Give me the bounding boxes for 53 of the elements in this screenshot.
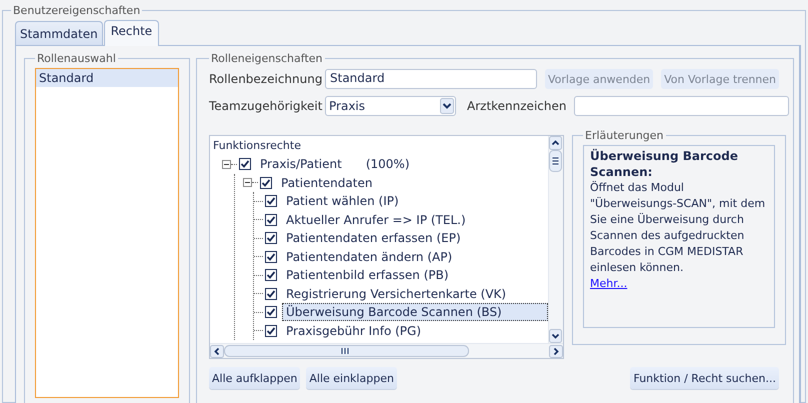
- group-title: Benutzereigenschaften: [12, 4, 142, 17]
- role-item[interactable]: Standard: [36, 69, 178, 87]
- explanation-heading: Überweisung Barcode Scannen:: [590, 148, 739, 180]
- checkbox[interactable]: [265, 269, 277, 282]
- tree-title: Funktionsrechte: [212, 138, 302, 154]
- checkbox[interactable]: [265, 195, 277, 208]
- checkbox[interactable]: [265, 250, 277, 263]
- tree-button[interactable]: Alle aufklappen: [209, 367, 300, 389]
- group-title: Rollenauswahl: [36, 52, 117, 65]
- tree-item[interactable]: Patientendaten: [277, 174, 376, 192]
- dropdown-value: Praxis: [329, 99, 365, 113]
- percent-label: (100%): [366, 157, 410, 172]
- scroll-left-icon[interactable]: [210, 344, 224, 358]
- tree-item[interactable]: Praxis/Patient: [256, 155, 346, 174]
- field-label: Teamzugehörigkeit: [209, 99, 324, 113]
- tree-button[interactable]: Alle einklappen: [306, 367, 397, 389]
- checkbox[interactable]: [265, 232, 277, 244]
- checkbox[interactable]: [265, 214, 277, 226]
- collapse-icon[interactable]: [243, 178, 252, 188]
- tree-item[interactable]: Aktueller Anrufer => IP (TEL.): [282, 210, 470, 229]
- tree-item[interactable]: Registrierung Versichertenkarte (VK): [282, 284, 510, 303]
- tree-item[interactable]: Patientendaten ändern (AP): [282, 248, 456, 266]
- group-title: Erläuterungen: [584, 129, 665, 142]
- tree-item[interactable]: Patientendaten erfassen (EP): [282, 229, 465, 248]
- tab[interactable]: Stammdaten: [15, 21, 103, 45]
- scroll-up-icon[interactable]: [549, 136, 562, 150]
- checkbox[interactable]: [265, 288, 277, 300]
- scroll-thumb[interactable]: [224, 345, 469, 358]
- checkbox[interactable]: [260, 176, 272, 189]
- scroll-thumb[interactable]: [549, 150, 562, 172]
- tree-item[interactable]: Patientenbild erfassen (PB): [282, 266, 453, 284]
- tree-item[interactable]: Praxisgebühr Info (PG): [282, 322, 425, 340]
- caret-icon: [440, 98, 454, 114]
- field-label: Rollenbezeichnung: [209, 72, 324, 86]
- more-link[interactable]: Mehr...: [590, 277, 628, 290]
- checkbox[interactable]: [265, 324, 277, 337]
- search-button[interactable]: Funktion / Recht suchen...: [630, 367, 779, 389]
- text-field[interactable]: Standard: [325, 69, 537, 89]
- explanation-text: Öffnet das Modul "Überweisungs-SCAN", mit dem Sie eine Überweisung durch Scannen des aufgedruckten Barcodes in CGM MEDISTAR einlesen können.: [590, 180, 766, 276]
- field-label: Arztkennzeichen: [467, 99, 566, 113]
- group-title: Rolleneigenschaften: [210, 52, 324, 65]
- tree-item[interactable]: Patient wählen (IP): [282, 192, 403, 210]
- tree-item[interactable]: Überweisung Barcode Scannen (BS): [282, 303, 548, 322]
- checkbox[interactable]: [265, 306, 277, 318]
- scroll-right-icon[interactable]: [549, 344, 563, 358]
- scroll-down-icon[interactable]: [549, 329, 562, 344]
- horizontal-scrollbar[interactable]: [210, 343, 563, 358]
- collapse-icon[interactable]: [222, 160, 231, 169]
- text-field[interactable]: [574, 96, 790, 116]
- vertical-scrollbar[interactable]: [548, 136, 563, 344]
- tab[interactable]: Rechte: [104, 20, 160, 46]
- checkbox[interactable]: [239, 158, 251, 170]
- dropdown[interactable]: Praxis: [325, 96, 456, 116]
